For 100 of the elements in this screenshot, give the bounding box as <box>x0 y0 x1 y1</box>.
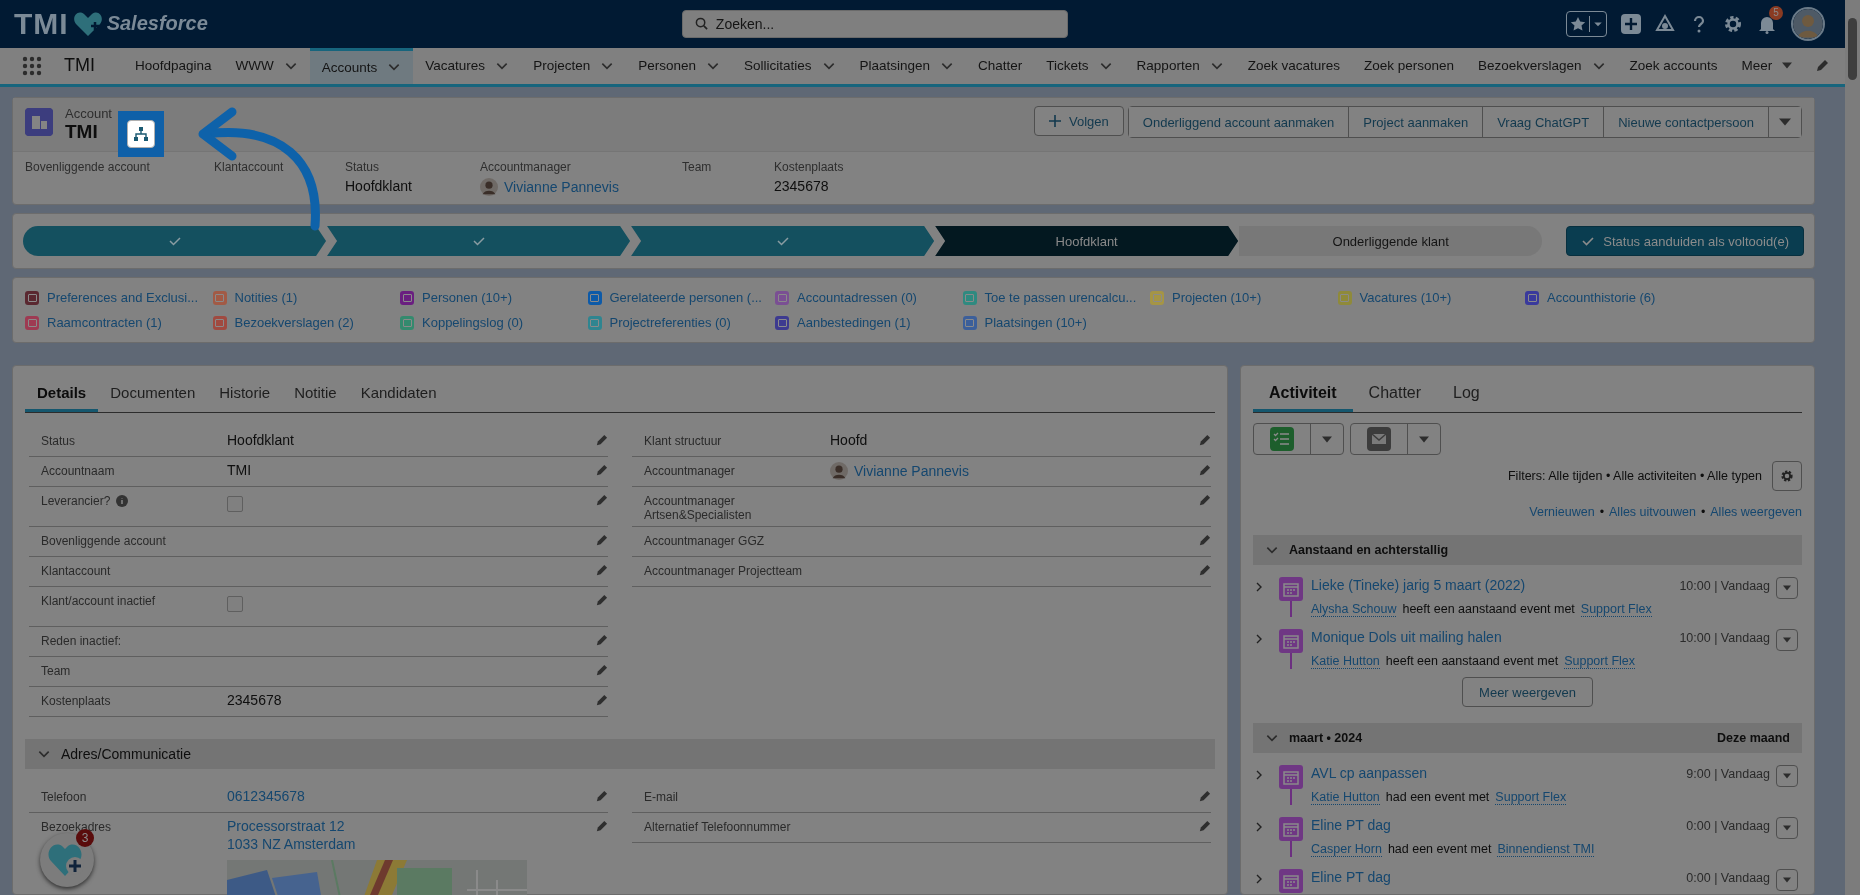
path-step[interactable] <box>23 226 327 256</box>
nav-tab[interactable]: Bezoekverslagen <box>1478 58 1582 74</box>
related-list-link[interactable]: Notities (1) <box>234 290 298 305</box>
settings-button[interactable] <box>1772 461 1802 491</box>
related-list-link[interactable]: Preferences and Exclusi... <box>47 290 199 305</box>
pencil-icon[interactable] <box>595 464 608 477</box>
item-menu-button[interactable] <box>1776 577 1798 599</box>
user-link[interactable]: Katie Hutton <box>1311 790 1380 805</box>
user-link[interactable]: Vivianne Pannevis <box>854 463 969 479</box>
nav-tab[interactable]: Zoek vacatures <box>1247 58 1340 74</box>
show-more-button[interactable]: Meer weergeven <box>1462 677 1593 707</box>
group-header[interactable]: Aanstaand en achterstallig <box>1253 535 1802 565</box>
related-list-link[interactable]: Gerelateerde personen (... <box>609 290 762 305</box>
action-link[interactable]: Vernieuwen <box>1529 505 1595 519</box>
nav-tab[interactable]: Meer <box>1741 58 1773 74</box>
favorites-button[interactable] <box>1566 10 1607 37</box>
item-menu-button[interactable] <box>1776 869 1798 891</box>
pencil-icon[interactable] <box>595 790 608 803</box>
nav-tab[interactable]: Chatter <box>978 58 1023 74</box>
related-list-link[interactable]: Personen (10+) <box>422 290 512 305</box>
group-header[interactable]: maart • 2024 Deze maand <box>1253 723 1802 753</box>
related-list-link[interactable]: Raamcontracten (1) <box>47 315 162 330</box>
follow-button[interactable]: Volgen <box>1034 106 1124 136</box>
phone-link[interactable]: 0612345678 <box>227 788 305 804</box>
pencil-icon[interactable] <box>595 634 608 647</box>
action-button[interactable]: Project aanmaken <box>1349 107 1484 137</box>
action-button[interactable]: Onderliggend account aanmaken <box>1128 107 1350 137</box>
user-link[interactable]: Casper Horn <box>1311 842 1382 857</box>
event-link[interactable]: AVL cp aanpassen <box>1311 765 1427 781</box>
path-step[interactable]: Hoofdklant <box>935 226 1239 256</box>
pencil-icon[interactable] <box>595 694 608 707</box>
nav-tab[interactable]: Projecten <box>533 58 591 74</box>
tab[interactable]: Kandidaten <box>348 376 449 412</box>
event-link[interactable]: Eline PT dag <box>1311 869 1391 885</box>
pencil-icon[interactable] <box>1198 464 1211 477</box>
related-list-link[interactable]: Accounthistorie (6) <box>1547 290 1656 305</box>
tab[interactable]: Documenten <box>98 376 208 412</box>
path-step[interactable]: Onderliggende klant <box>1239 226 1543 256</box>
path-step[interactable] <box>327 226 631 256</box>
nav-tab[interactable]: Plaatsingen <box>859 58 931 74</box>
pencil-icon[interactable] <box>1198 494 1211 507</box>
pencil-icon[interactable] <box>595 664 608 677</box>
item-menu-button[interactable] <box>1776 765 1798 787</box>
section-header[interactable]: Adres/Communicatie <box>25 739 1215 769</box>
checkbox[interactable] <box>227 496 243 512</box>
path-step[interactable] <box>631 226 935 256</box>
nav-tab[interactable]: WWW <box>235 58 274 74</box>
settings-icon[interactable] <box>1723 13 1743 34</box>
plus-icon[interactable] <box>1621 13 1641 34</box>
item-menu-button[interactable] <box>1776 817 1798 839</box>
pencil-icon[interactable] <box>1198 534 1211 547</box>
pencil-icon[interactable] <box>595 820 608 833</box>
avatar[interactable] <box>1791 6 1825 41</box>
action-button[interactable]: Nieuwe contactpersoon <box>1604 107 1769 137</box>
tab[interactable]: Historie <box>207 376 283 412</box>
scrollbar[interactable] <box>1845 0 1860 895</box>
related-list-link[interactable]: Koppelingslog (0) <box>422 315 524 330</box>
pencil-icon[interactable] <box>1198 564 1211 577</box>
related-list-link[interactable]: Accountadressen (0) <box>797 290 917 305</box>
pencil-icon[interactable] <box>1198 790 1211 803</box>
event-link[interactable]: Lieke (Tineke) jarig 5 maart (2022) <box>1311 577 1526 593</box>
action-link[interactable]: Alles weergeven <box>1710 505 1802 519</box>
user-link[interactable]: Alysha Schouw <box>1311 602 1397 617</box>
event-link[interactable]: Monique Dols uit mailing halen <box>1311 629 1502 645</box>
user-link[interactable]: Support Flex <box>1580 602 1652 617</box>
nav-tab[interactable]: Hoofdpagina <box>135 58 212 74</box>
pencil-icon[interactable] <box>595 434 608 447</box>
info-icon[interactable] <box>116 495 129 507</box>
pencil-icon[interactable] <box>595 594 608 607</box>
user-link[interactable]: Support Flex <box>1564 654 1636 669</box>
checkbox[interactable] <box>227 596 243 612</box>
pencil-icon[interactable] <box>595 564 608 577</box>
search-field[interactable]: Zoeken... <box>681 9 1068 38</box>
hierarchy-button[interactable] <box>127 120 155 148</box>
item-menu-button[interactable] <box>1776 629 1798 651</box>
pencil-icon[interactable] <box>1198 434 1211 447</box>
related-list-link[interactable]: Vacatures (10+) <box>1359 290 1452 305</box>
tab[interactable]: Details <box>25 376 99 412</box>
tab[interactable]: Activiteit <box>1253 376 1353 412</box>
address-link[interactable]: 1033 NZ Amsterdam <box>227 836 356 852</box>
mark-complete-button[interactable]: Status aanduiden als voltooid(e) <box>1566 226 1804 256</box>
nav-tab[interactable]: Zoek personen <box>1363 58 1454 74</box>
address-link[interactable]: Processorstraat 12 <box>227 818 345 834</box>
action-button[interactable]: Vraag ChatGPT <box>1483 107 1605 137</box>
tab[interactable]: Notitie <box>282 376 349 412</box>
pencil-icon[interactable] <box>595 494 608 507</box>
action-link[interactable]: Alles uitvouwen <box>1609 505 1696 519</box>
nav-tab[interactable]: Tickets <box>1046 58 1089 74</box>
app-launcher-icon[interactable] <box>22 55 42 76</box>
pencil-icon[interactable] <box>1815 58 1829 73</box>
user-link[interactable]: Katie Hutton <box>1311 654 1380 669</box>
nav-tab[interactable]: Rapporten <box>1136 58 1200 74</box>
user-link[interactable]: Support Flex <box>1495 790 1567 805</box>
related-list-link[interactable]: Bezoekverslagen (2) <box>234 315 354 330</box>
nav-tab[interactable]: Sollicitaties <box>743 58 812 74</box>
related-list-link[interactable]: Projecten (10+) <box>1172 290 1262 305</box>
nav-tab[interactable]: Zoek accounts <box>1629 58 1718 74</box>
tab[interactable]: Chatter <box>1352 376 1438 412</box>
tab[interactable]: Log <box>1437 376 1496 412</box>
user-link[interactable]: Vivianne Pannevis <box>504 179 619 195</box>
